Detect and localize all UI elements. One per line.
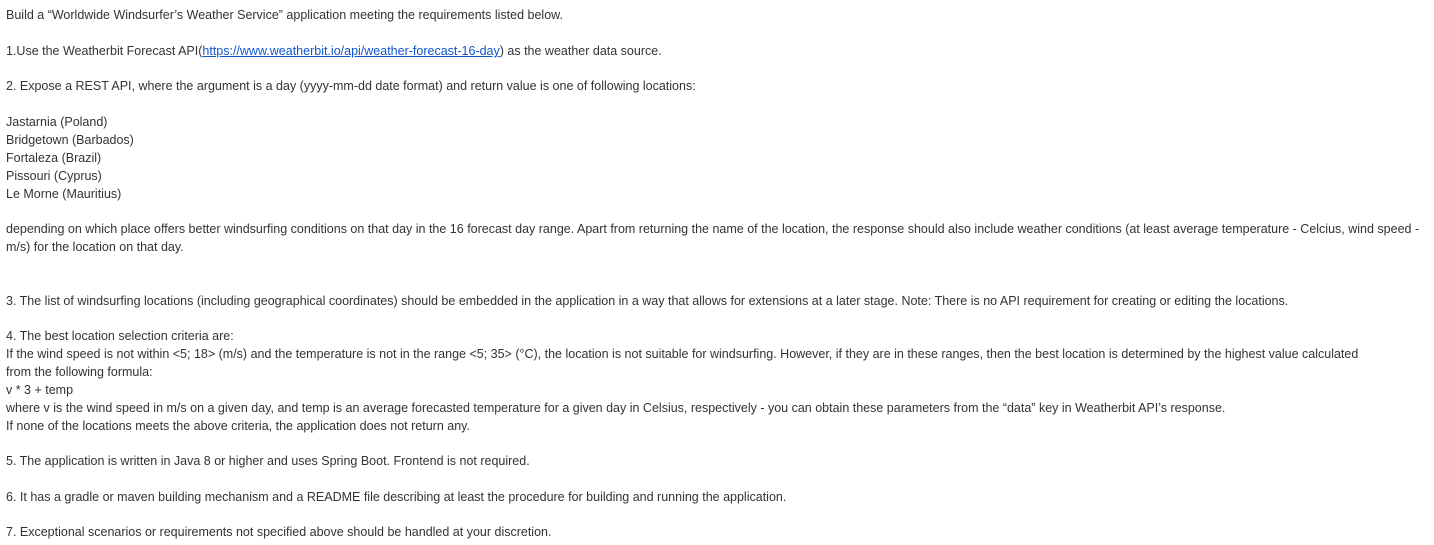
intro-text: Build a “Worldwide Windsurfer’s Weather … [6,8,563,22]
requirement-2: 2. Expose a REST API, where the argument… [6,79,696,93]
requirement-1-suffix: ) as the weather data source. [499,44,662,58]
requirement-4-none: If none of the locations meets the above… [6,419,470,433]
location-item: Fortaleza (Brazil) [6,151,102,165]
location-item: Jastarnia (Poland) [6,115,108,129]
requirement-1-prefix: 1.Use the Weatherbit Forecast API( [6,44,203,58]
requirement-4-criteria: If the wind speed is not within <5; 18> … [6,347,1359,379]
requirement-5: 5. The application is written in Java 8 … [6,454,530,468]
location-item: Bridgetown (Barbados) [6,133,134,147]
requirement-1: 1.Use the Weatherbit Forecast API(https:… [6,42,1428,60]
location-item: Le Morne (Mauritius) [6,187,122,201]
requirement-3: 3. The list of windsurfing locations (in… [6,294,1289,308]
requirement-4-title: 4. The best location selection criteria … [6,329,234,343]
location-item: Pissouri (Cyprus) [6,169,102,183]
requirement-4-where: where v is the wind speed in m/s on a gi… [6,401,1226,415]
requirement-7: 7. Exceptional scenarios or requirements… [6,525,552,539]
requirement-2-details: depending on which place offers better w… [6,222,1420,254]
requirement-6: 6. It has a gradle or maven building mec… [6,490,787,504]
requirements-document: Build a “Worldwide Windsurfer’s Weather … [0,0,1434,545]
requirement-4-formula: v * 3 + temp [6,383,74,397]
weatherbit-api-link[interactable]: https://www.weatherbit.io/api/weather-fo… [202,44,499,58]
